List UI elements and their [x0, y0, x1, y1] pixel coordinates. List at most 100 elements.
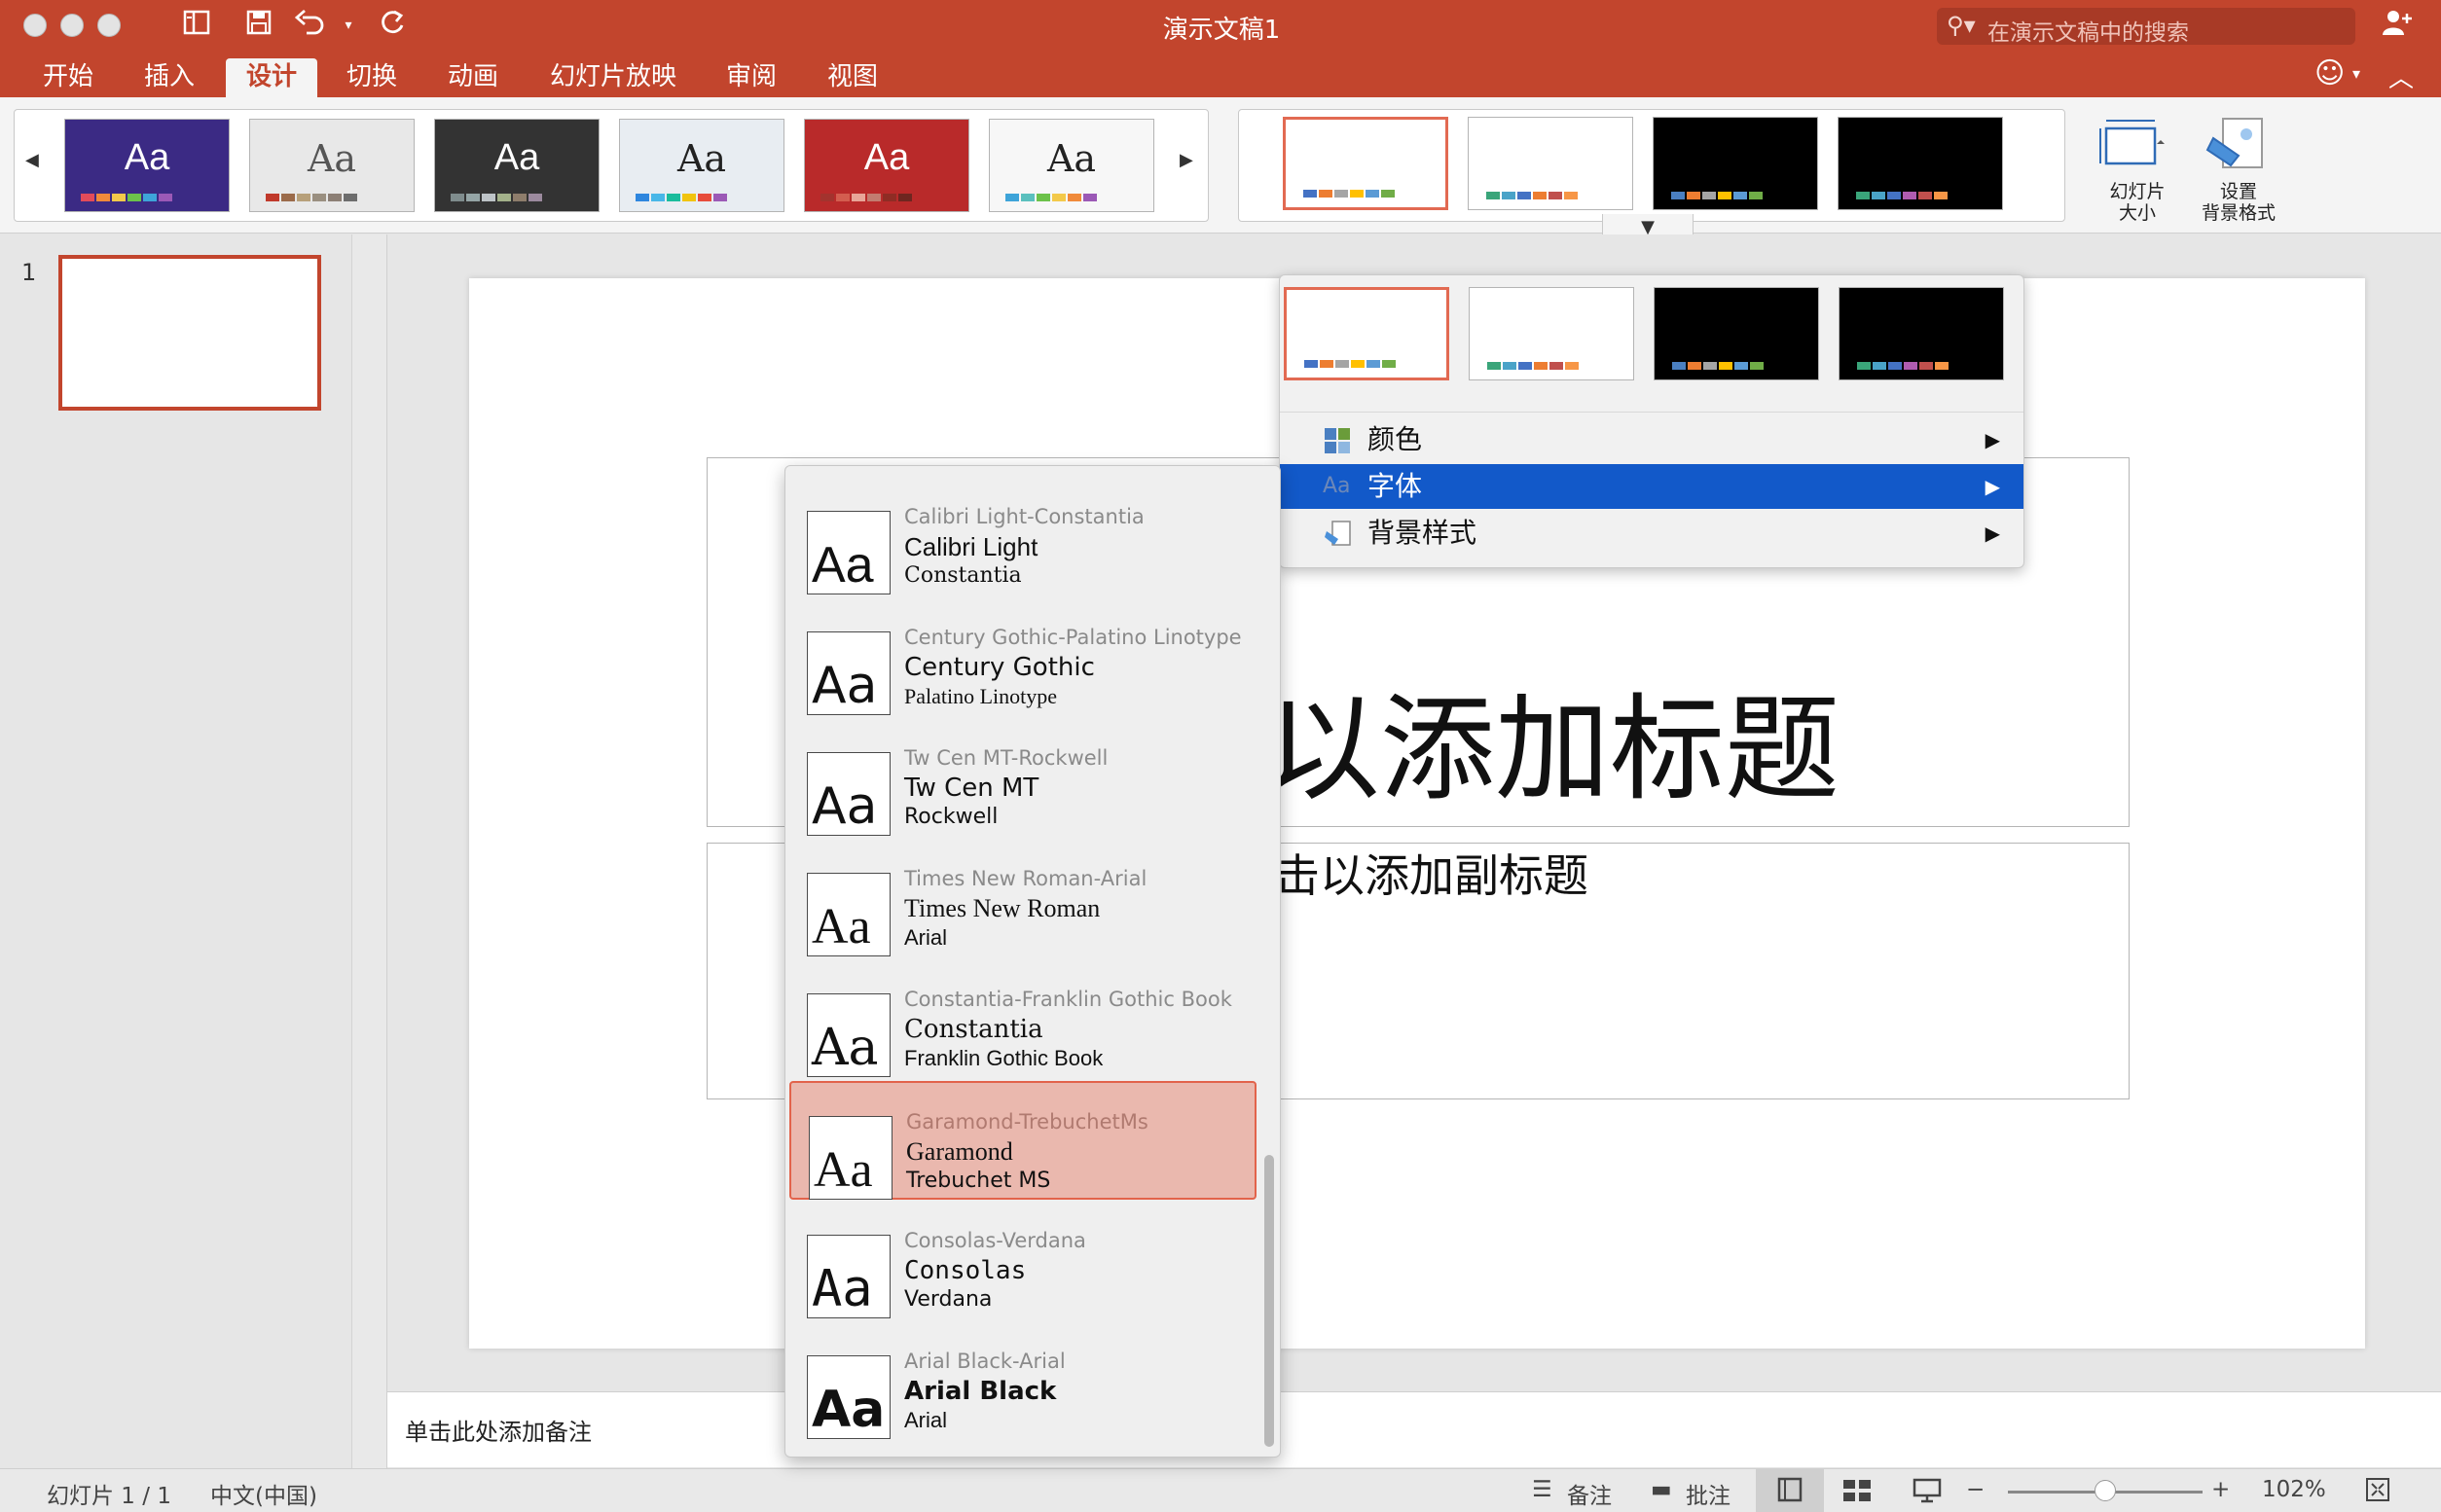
color-swatch	[1486, 192, 1500, 199]
theme-thumbnail[interactable]: Aa	[989, 119, 1154, 212]
subtitle-placeholder-text[interactable]: 击以添加副标题	[1275, 841, 1588, 905]
menu-item-label: 颜色	[1367, 423, 1423, 455]
slide-sorter-view-icon[interactable]	[1841, 1478, 1875, 1507]
font-scheme-name: Century Gothic-Palatino Linotype	[904, 626, 1242, 649]
font-scheme-item[interactable]: Aa Tw Cen MT-Rockwell Tw Cen MT Rockwell	[789, 719, 1257, 838]
menu-item[interactable]: 背景样式 ▶	[1280, 511, 2023, 556]
feedback-dropdown-chevron-icon[interactable]: ▾	[2352, 64, 2360, 83]
theme-thumbnail[interactable]: Aa	[64, 119, 230, 212]
color-swatch	[1565, 362, 1579, 370]
slide-size-icon[interactable]	[2098, 115, 2167, 177]
pane-splitter[interactable]	[352, 234, 387, 1468]
close-window-button[interactable]	[23, 14, 47, 37]
font-preview-tile: Aa	[807, 752, 891, 836]
themes-prev-arrow-icon[interactable]: ◀	[25, 150, 39, 170]
reading-view-icon[interactable]	[1912, 1477, 1945, 1508]
tab-home[interactable]: 开始	[29, 58, 107, 97]
theme-thumbnail[interactable]: Aa	[434, 119, 600, 212]
variant-thumbnail[interactable]	[1283, 117, 1448, 210]
fit-to-window-icon[interactable]	[2363, 1475, 2392, 1508]
color-swatch	[1857, 362, 1871, 370]
zoom-in-icon[interactable]: +	[2211, 1477, 2230, 1502]
font-scheme-item[interactable]: Aa Constantia-Franklin Gothic Book Constan…	[789, 960, 1257, 1079]
variant-thumbnail[interactable]	[1839, 287, 2004, 380]
comments-toggle-label[interactable]: 批注	[1686, 1477, 1731, 1510]
heading-font-name: Constantia	[904, 1015, 1043, 1044]
feedback-smiley-icon[interactable]: ☺	[2314, 56, 2345, 90]
slide-thumbnail[interactable]	[58, 255, 321, 411]
theme-color-swatches	[636, 194, 729, 201]
zoom-window-button[interactable]	[97, 14, 121, 37]
font-scheme-name: Consolas-Verdana	[904, 1229, 1086, 1252]
notes-placeholder[interactable]: 单击此处添加备注	[405, 1413, 592, 1447]
fonts-scrollbar[interactable]	[1264, 1155, 1274, 1447]
theme-thumbnail[interactable]: Aa	[804, 119, 969, 212]
color-swatch	[1918, 192, 1932, 199]
tab-insert[interactable]: 插入	[130, 58, 208, 97]
title-placeholder-text[interactable]: 以添加标题	[1265, 681, 2141, 817]
zoom-out-icon[interactable]: −	[1966, 1477, 1985, 1502]
tab-view[interactable]: 视图	[814, 58, 892, 97]
sidebar-toggle-icon[interactable]	[179, 8, 214, 43]
submenu-arrow-icon: ▶	[1985, 428, 2000, 451]
variant-thumbnail[interactable]	[1284, 287, 1449, 380]
color-swatch	[1534, 362, 1548, 370]
body-font-name: Arial	[904, 925, 948, 950]
notes-pane[interactable]	[387, 1391, 2441, 1467]
tab-review[interactable]: 审阅	[712, 58, 790, 97]
font-scheme-item[interactable]: Aa Century Gothic-Palatino Linotype Centur…	[789, 598, 1257, 717]
menu-item[interactable]: 颜色 ▶	[1280, 417, 2023, 462]
menu-item-label: 字体	[1367, 470, 1423, 502]
theme-preview-text: Aa	[1046, 137, 1097, 180]
font-scheme-item[interactable]: Aa Calibri Light-Constantia Calibri Light C…	[789, 478, 1257, 596]
share-person-icon[interactable]	[2381, 8, 2414, 44]
font-scheme-item[interactable]: Aa Garamond-TrebuchetMs Garamond Trebuchet …	[789, 1081, 1257, 1200]
color-swatch	[1687, 192, 1700, 199]
body-font-name: Palatino Linotype	[904, 684, 1058, 708]
notes-toggle-icon[interactable]: ☰	[1532, 1477, 1552, 1502]
font-scheme-item[interactable]: Aa Arial Black-Arial Arial Black Arial	[789, 1322, 1257, 1441]
variant-thumbnail[interactable]	[1653, 117, 1818, 210]
font-scheme-item[interactable]: Aa Times New Roman-Arial Times New Roman Ar…	[789, 840, 1257, 958]
format-background-icon[interactable]	[2204, 113, 2272, 179]
theme-thumbnail[interactable]: Aa	[249, 119, 415, 212]
themes-next-arrow-icon[interactable]: ▶	[1180, 150, 1193, 170]
font-scheme-item[interactable]: Aa Consolas-Verdana Consolas Verdana	[789, 1202, 1257, 1320]
undo-icon[interactable]	[292, 8, 327, 43]
variant-thumbnail[interactable]	[1838, 117, 2003, 210]
color-swatch	[159, 194, 172, 201]
zoom-slider-knob[interactable]	[2095, 1480, 2116, 1501]
font-scheme-name: Times New Roman-Arial	[904, 867, 1148, 890]
variant-thumbnail[interactable]	[1468, 117, 1633, 210]
language-status[interactable]: 中文(中国)	[210, 1477, 317, 1510]
notes-toggle-label[interactable]: 备注	[1567, 1477, 1612, 1510]
variant-thumbnail[interactable]	[1654, 287, 1819, 380]
font-scheme-name: Constantia-Franklin Gothic Book	[904, 988, 1232, 1011]
tab-slide-show[interactable]: 幻灯片放映	[541, 58, 685, 97]
minimize-window-button[interactable]	[60, 14, 84, 37]
normal-view-button[interactable]	[1756, 1468, 1824, 1512]
redo-icon[interactable]	[376, 8, 411, 43]
color-swatch	[1672, 362, 1686, 370]
theme-thumbnail[interactable]: Aa	[619, 119, 784, 212]
variant-thumbnail[interactable]	[1469, 287, 1634, 380]
document-title: 演示文稿1	[1162, 16, 1281, 45]
zoom-level[interactable]: 102%	[2262, 1477, 2326, 1502]
slide-size-button[interactable]: 幻灯片 大小	[2079, 181, 2196, 224]
variant-color-swatches	[1857, 362, 1950, 370]
tab-transitions[interactable]: 切换	[333, 58, 411, 97]
tab-design[interactable]: 设计	[226, 58, 317, 97]
format-background-button[interactable]: 设置 背景格式	[2180, 181, 2297, 224]
save-icon[interactable]	[241, 8, 276, 43]
tab-animations[interactable]: 动画	[434, 58, 512, 97]
color-swatch	[1005, 194, 1019, 201]
color-swatch	[1083, 194, 1097, 201]
comments-icon[interactable]: ▬	[1651, 1477, 1672, 1502]
collapse-ribbon-chevron-icon[interactable]: ︿	[2388, 58, 2414, 94]
undo-dropdown-chevron-icon[interactable]: ▾	[331, 8, 366, 43]
menu-item[interactable]: Aa 字体 ▶	[1280, 464, 2023, 509]
color-swatch	[1919, 362, 1933, 370]
color-swatch	[651, 194, 665, 201]
color-swatch	[820, 194, 834, 201]
search-input[interactable]: ⚲▾ 在演示文稿中的搜索	[1937, 8, 2355, 46]
